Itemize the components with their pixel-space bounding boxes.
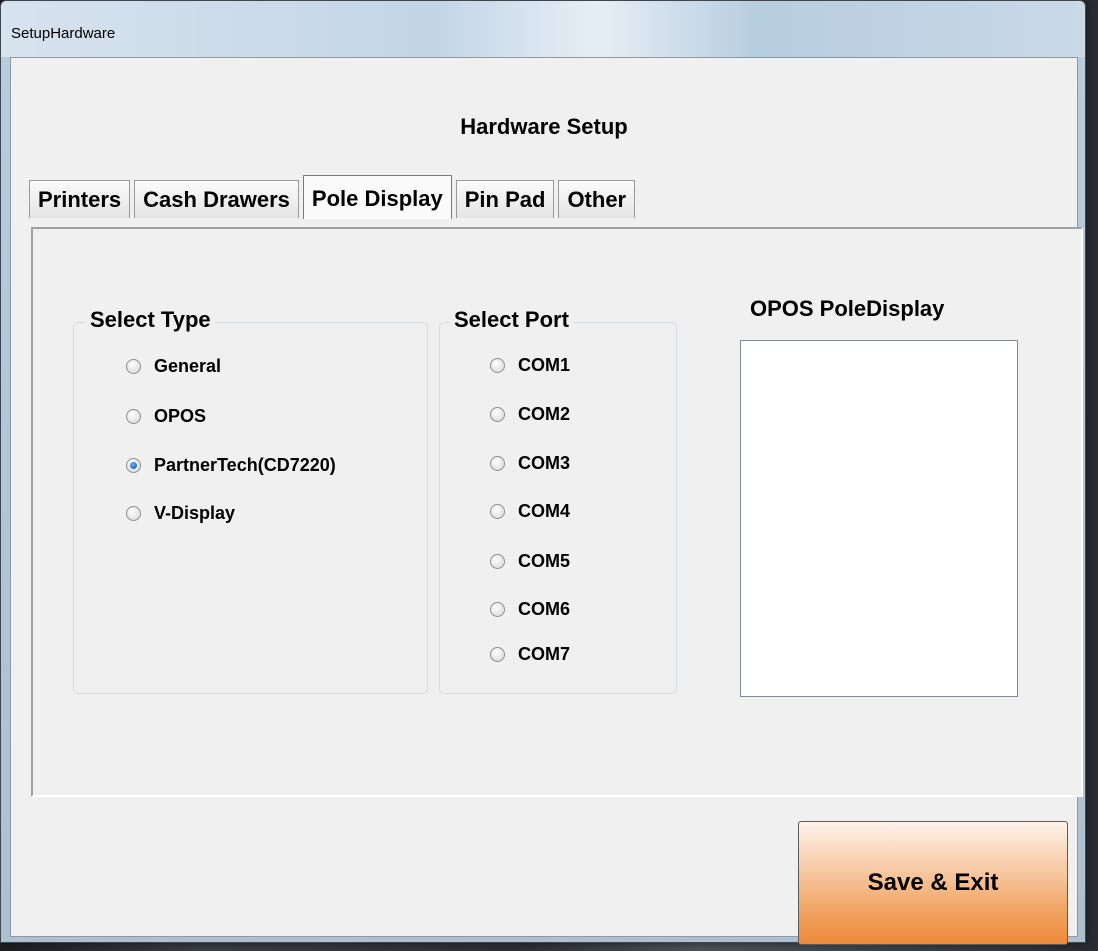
radio-button-icon [490, 647, 505, 662]
title-bar[interactable]: SetupHardware [1, 1, 1085, 57]
radio-label: COM3 [518, 453, 571, 473]
tab-strip: Printers Cash Drawers Pole Display Pin P… [29, 174, 639, 219]
radio-button-icon [490, 554, 505, 569]
radio-label: OPOS [154, 406, 207, 426]
port-radio-com4[interactable]: COM4 [490, 501, 570, 522]
select-port-title: Select Port [450, 307, 573, 333]
select-type-title: Select Type [86, 307, 215, 333]
tab-pole-display[interactable]: Pole Display [302, 175, 452, 219]
port-radio-com2[interactable]: COM2 [490, 404, 570, 425]
port-radio-com3[interactable]: COM3 [490, 453, 570, 474]
radio-label: PartnerTech(CD7220) [154, 455, 336, 475]
select-port-group: Select Port COM1 COM2 COM3 COM4 COM5 COM… [439, 307, 677, 694]
radio-button-icon [126, 409, 141, 424]
type-radio-opos[interactable]: OPOS [126, 406, 206, 427]
tab-printers[interactable]: Printers [29, 180, 131, 218]
setup-hardware-window: SetupHardware Hardware Setup Printers Ca… [0, 0, 1086, 945]
window-client-area: Hardware Setup Printers Cash Drawers Pol… [10, 57, 1083, 945]
type-radio-partnertech[interactable]: PartnerTech(CD7220) [126, 455, 336, 476]
radio-button-icon [126, 359, 141, 374]
radio-button-checked-icon [126, 458, 141, 473]
radio-label: COM6 [518, 599, 571, 619]
type-radio-general[interactable]: General [126, 356, 221, 377]
radio-label: COM4 [518, 501, 571, 521]
type-radio-v-display[interactable]: V-Display [126, 503, 235, 524]
port-radio-com7[interactable]: COM7 [490, 644, 570, 665]
radio-button-icon [490, 602, 505, 617]
radio-label: General [154, 356, 222, 376]
radio-button-icon [490, 407, 505, 422]
radio-label: COM2 [518, 404, 571, 424]
radio-button-icon [490, 456, 505, 471]
radio-button-icon [490, 358, 505, 373]
pole-display-panel: Select Type General OPOS PartnerTech(CD7… [31, 227, 1083, 797]
save-exit-button[interactable]: Save & Exit [798, 821, 1068, 945]
window-title: SetupHardware [11, 25, 116, 42]
port-radio-com6[interactable]: COM6 [490, 599, 570, 620]
tab-other[interactable]: Other [558, 180, 636, 218]
radio-label: COM7 [518, 644, 571, 664]
select-type-group: Select Type General OPOS PartnerTech(CD7… [73, 307, 428, 694]
port-radio-com5[interactable]: COM5 [490, 551, 570, 572]
radio-button-icon [126, 506, 141, 521]
radio-label: COM1 [518, 355, 571, 375]
port-radio-com1[interactable]: COM1 [490, 355, 570, 376]
page-title: Hardware Setup [460, 114, 628, 139]
radio-button-icon [490, 504, 505, 519]
radio-label: COM5 [518, 551, 571, 571]
tab-cash-drawers[interactable]: Cash Drawers [134, 180, 299, 218]
tab-pin-pad[interactable]: Pin Pad [455, 180, 555, 218]
radio-label: V-Display [154, 503, 236, 523]
opos-poledisplay-title: OPOS PoleDisplay [750, 296, 945, 321]
opos-poledisplay-list[interactable] [740, 340, 1018, 697]
